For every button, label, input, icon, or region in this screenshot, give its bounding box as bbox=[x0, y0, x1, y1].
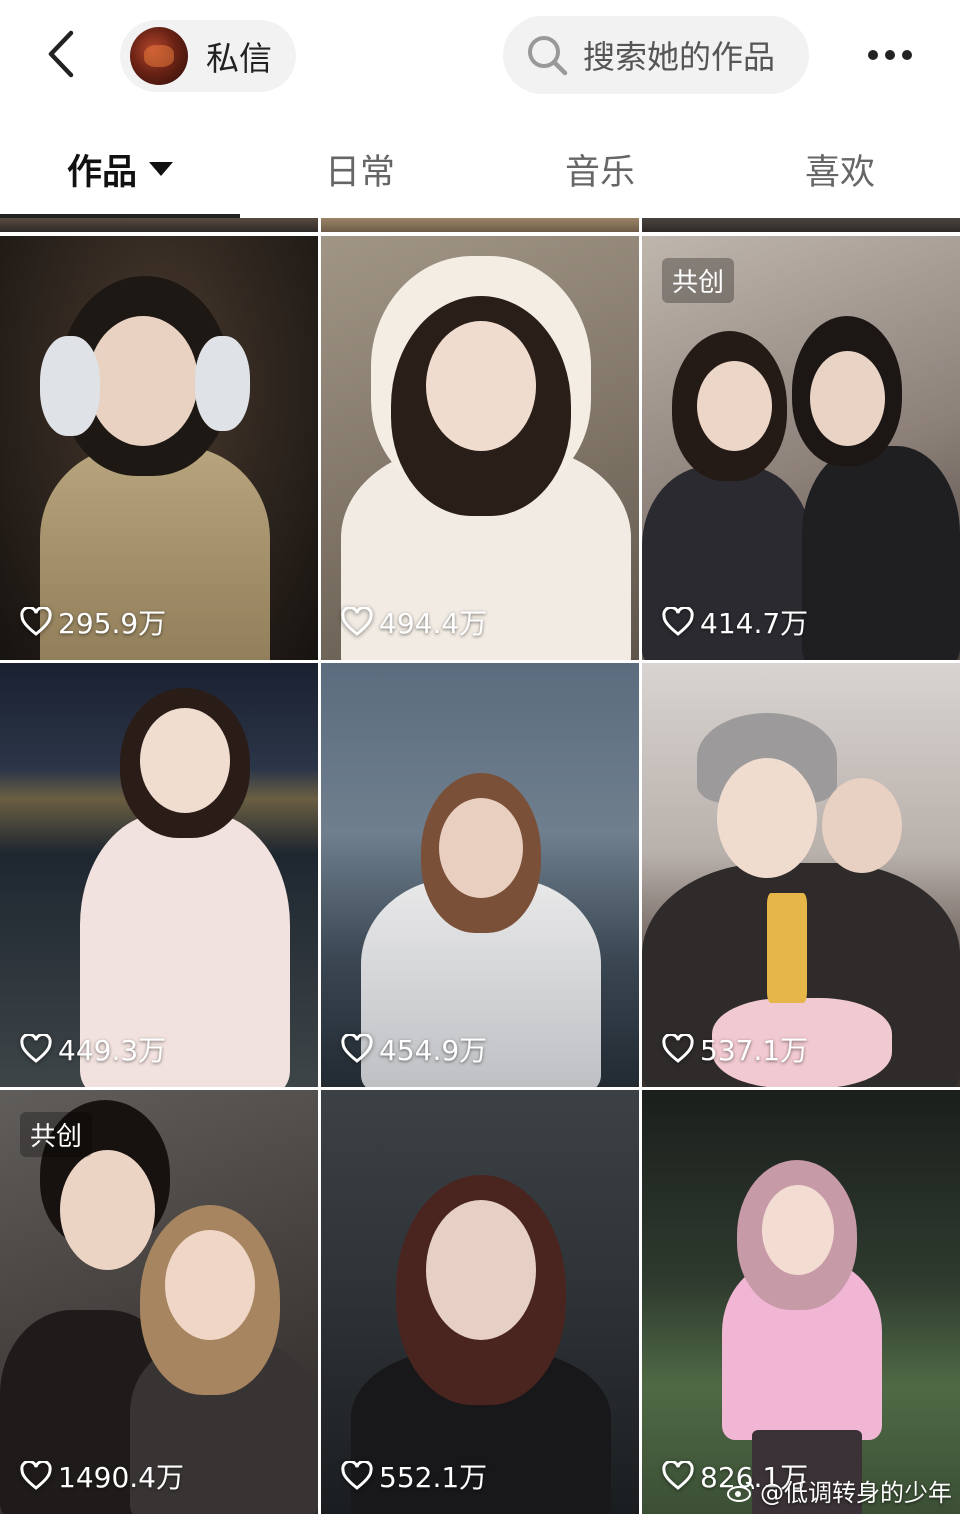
caret-down-icon bbox=[149, 162, 173, 176]
more-options-button[interactable] bbox=[860, 30, 920, 80]
partial-thumbnail bbox=[642, 218, 960, 232]
video-thumbnail[interactable]: 494.4万 bbox=[321, 236, 639, 660]
like-count: 494.4万 bbox=[341, 602, 487, 642]
private-message-button[interactable]: 私信 bbox=[120, 20, 296, 92]
tab-label: 日常 bbox=[324, 152, 395, 193]
profile-tabs: 作品 日常 音乐 喜欢 bbox=[0, 120, 960, 218]
like-count-text: 1490.4万 bbox=[58, 1461, 184, 1494]
back-button[interactable] bbox=[30, 22, 90, 86]
video-thumbnail[interactable]: 449.3万 bbox=[0, 663, 318, 1087]
tab-works[interactable]: 作品 bbox=[0, 120, 240, 218]
video-thumbnail[interactable]: 826.1万 @低调转身的少年 bbox=[642, 1090, 960, 1514]
watermark: @低调转身的少年 bbox=[726, 1473, 952, 1508]
private-message-label: 私信 bbox=[206, 39, 272, 78]
tab-label: 作品 bbox=[66, 152, 137, 193]
heart-icon bbox=[662, 1461, 694, 1490]
video-thumbnail[interactable]: 295.9万 bbox=[0, 236, 318, 660]
heart-icon bbox=[20, 1461, 52, 1490]
like-count-text: 454.9万 bbox=[379, 1034, 488, 1067]
like-count-text: 295.9万 bbox=[58, 607, 167, 640]
partial-thumbnail bbox=[321, 218, 639, 232]
like-count-text: 414.7万 bbox=[700, 607, 809, 640]
like-count-text: 537.1万 bbox=[700, 1034, 809, 1067]
heart-icon bbox=[341, 607, 373, 636]
top-bar: 私信 搜索她的作品 bbox=[0, 0, 960, 115]
watermark-text: @低调转身的少年 bbox=[760, 1479, 952, 1507]
like-count-text: 494.4万 bbox=[379, 607, 488, 640]
video-thumbnail[interactable]: 共创 414.7万 bbox=[642, 236, 960, 660]
like-count: 1490.4万 bbox=[20, 1456, 184, 1496]
like-count-text: 552.1万 bbox=[379, 1461, 488, 1494]
co-creation-badge: 共创 bbox=[20, 1112, 93, 1157]
video-thumbnail[interactable]: 552.1万 bbox=[321, 1090, 639, 1514]
weibo-icon bbox=[727, 1481, 755, 1502]
tab-music[interactable]: 音乐 bbox=[480, 120, 720, 218]
tab-label: 音乐 bbox=[564, 152, 635, 193]
video-thumbnail[interactable]: 共创 1490.4万 bbox=[0, 1090, 318, 1514]
tab-label: 喜欢 bbox=[804, 152, 875, 193]
more-dot-icon bbox=[902, 50, 912, 60]
chevron-left-icon bbox=[48, 30, 74, 78]
video-thumbnail[interactable]: 537.1万 bbox=[642, 663, 960, 1087]
heart-icon bbox=[341, 1461, 373, 1490]
co-creation-badge: 共创 bbox=[662, 258, 735, 303]
search-input[interactable]: 搜索她的作品 bbox=[503, 16, 809, 94]
heart-icon bbox=[341, 1034, 373, 1063]
partial-thumbnail bbox=[0, 218, 318, 232]
search-icon bbox=[528, 36, 568, 76]
heart-icon bbox=[662, 607, 694, 636]
like-count: 295.9万 bbox=[20, 602, 166, 642]
tab-likes[interactable]: 喜欢 bbox=[720, 120, 960, 218]
heart-icon bbox=[20, 607, 52, 636]
like-count: 414.7万 bbox=[662, 602, 808, 642]
like-count: 449.3万 bbox=[20, 1029, 166, 1069]
tab-daily[interactable]: 日常 bbox=[240, 120, 480, 218]
like-count-text: 449.3万 bbox=[58, 1034, 167, 1067]
video-thumbnail[interactable]: 454.9万 bbox=[321, 663, 639, 1087]
heart-icon bbox=[662, 1034, 694, 1063]
heart-icon bbox=[20, 1034, 52, 1063]
more-dot-icon bbox=[868, 50, 878, 60]
like-count: 537.1万 bbox=[662, 1029, 808, 1069]
like-count: 552.1万 bbox=[341, 1456, 487, 1496]
like-count: 454.9万 bbox=[341, 1029, 487, 1069]
avatar bbox=[130, 27, 188, 85]
search-placeholder: 搜索她的作品 bbox=[583, 38, 776, 76]
more-dot-icon bbox=[885, 50, 895, 60]
